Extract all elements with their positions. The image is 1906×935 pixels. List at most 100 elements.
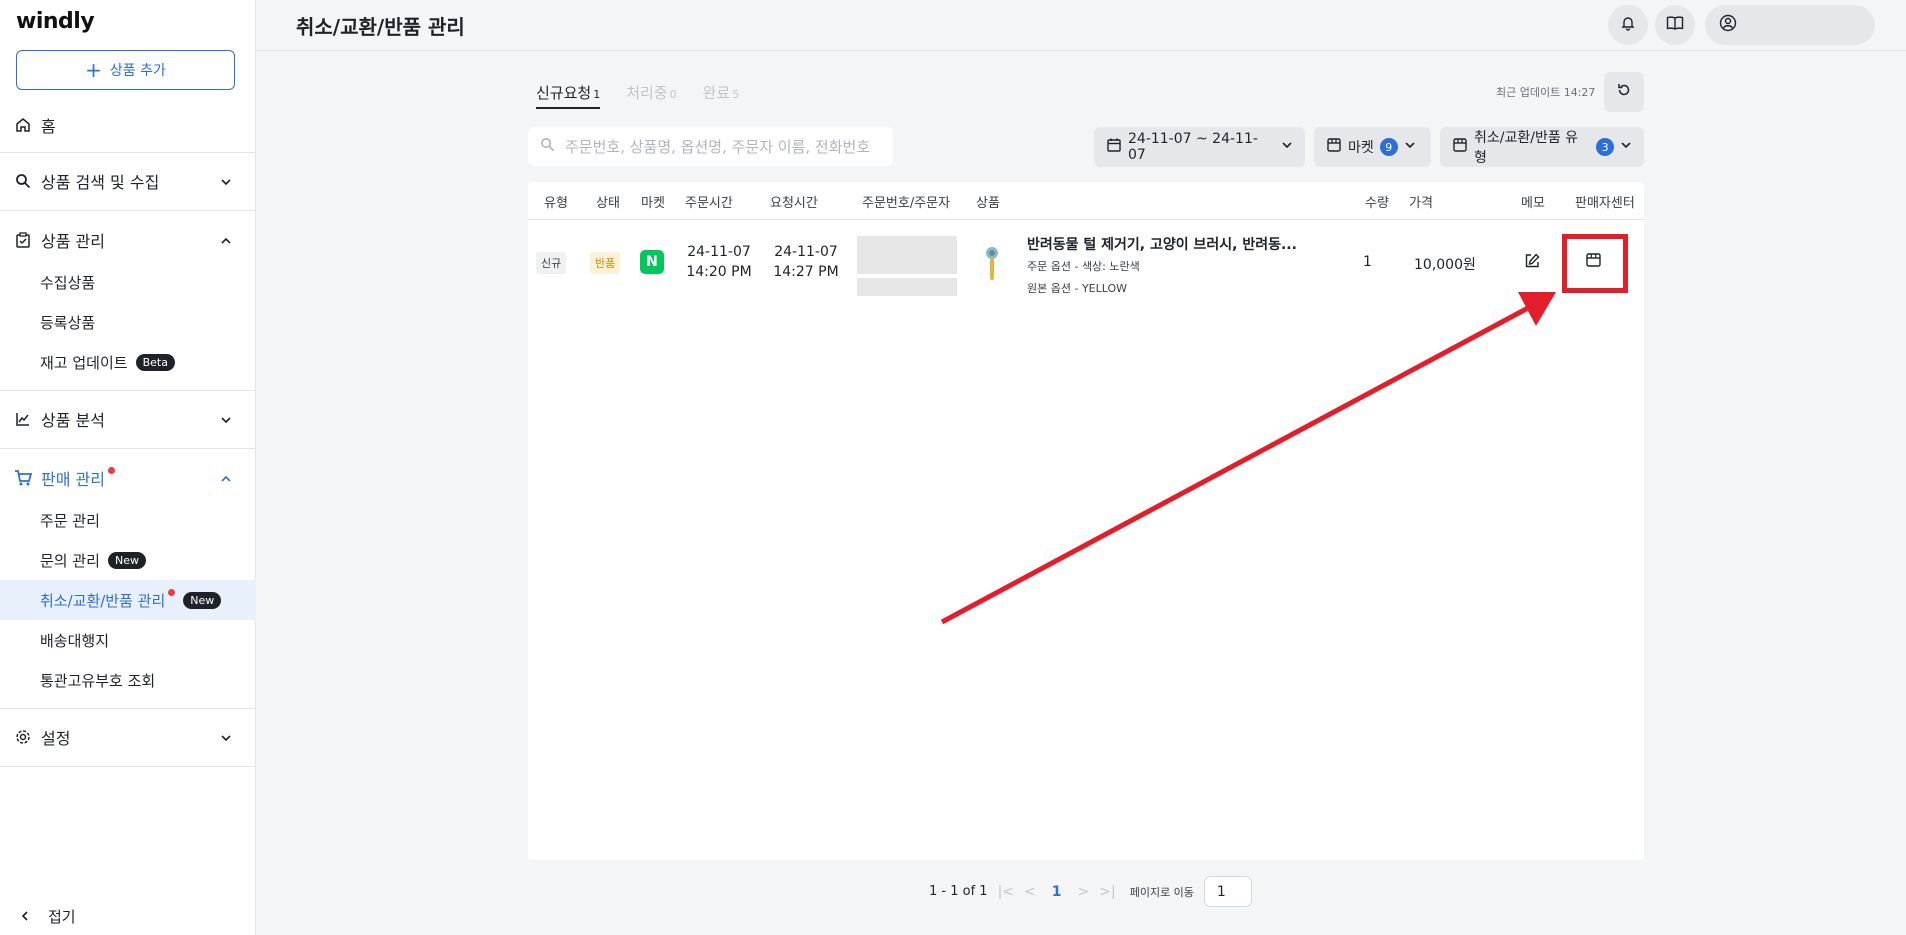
notification-dot xyxy=(107,466,115,474)
order-date: 24-11-07 xyxy=(687,244,751,260)
nav-home-label: 홈 xyxy=(41,117,56,136)
top-bar: 취소/교환/반품 관리 xyxy=(256,0,1906,51)
page-range-text: 1 - 1 of 1 xyxy=(929,884,988,899)
chart-icon xyxy=(14,410,32,428)
divider xyxy=(0,210,256,211)
table-row[interactable]: 신규 반품 N 24-11-07 14:20 PM 24-11-07 14:27… xyxy=(528,220,1644,310)
chevron-left-icon xyxy=(20,908,30,926)
collapse-sidebar-button[interactable]: 접기 xyxy=(20,906,76,927)
chevron-down-icon xyxy=(1281,139,1293,155)
nav-product-search[interactable]: 상품 검색 및 수집 xyxy=(0,161,256,201)
app-logo[interactable]: windly xyxy=(16,9,95,34)
sidebar-item-label: 통관고유부호 조회 xyxy=(40,671,156,690)
nav-settings-label: 설정 xyxy=(41,729,71,748)
request-time-cell: 24-11-07 14:27 PM xyxy=(772,242,840,282)
page-number[interactable]: 1 xyxy=(1052,884,1062,900)
product-thumbnail[interactable] xyxy=(983,244,1001,282)
order-time-cell: 24-11-07 14:20 PM xyxy=(685,242,753,282)
guide-button[interactable] xyxy=(1655,5,1695,45)
search-box xyxy=(528,127,893,166)
column-header: 주문번호/주문자 xyxy=(862,196,951,211)
claim-type-filter-label: 취소/교환/반품 유형 xyxy=(1474,130,1579,166)
market-filter[interactable]: 마켓 9 xyxy=(1314,127,1431,167)
refresh-button[interactable] xyxy=(1604,72,1644,112)
nav-home[interactable]: 홈 xyxy=(0,105,256,145)
sidebar-item-collected-products[interactable]: 수집상품 xyxy=(0,262,256,302)
add-product-button[interactable]: + 상품 추가 xyxy=(16,50,235,90)
chevron-up-icon xyxy=(220,470,232,489)
plus-icon: + xyxy=(85,58,102,82)
store-icon xyxy=(1452,137,1468,157)
nav-product-analysis[interactable]: 상품 분석 xyxy=(0,399,256,439)
new-badge: New xyxy=(107,551,146,569)
divider xyxy=(0,766,256,767)
sidebar-item-label: 배송대행지 xyxy=(40,631,110,650)
claim-type-filter[interactable]: 취소/교환/반품 유형 3 xyxy=(1440,127,1644,167)
chevron-down-icon xyxy=(1404,139,1416,155)
sidebar-item-label: 취소/교환/반품 관리 xyxy=(40,591,166,610)
first-page-icon[interactable]: |< xyxy=(998,884,1014,900)
sidebar-item-label: 주문 관리 xyxy=(40,511,100,530)
prev-page-icon[interactable]: < xyxy=(1024,884,1036,900)
sidebar-item-order-management[interactable]: 주문 관리 xyxy=(0,500,256,540)
request-time: 14:27 PM xyxy=(773,264,839,280)
product-name[interactable]: 반려동물 털 제거기, 고양이 브러시, 반려동... xyxy=(1027,234,1297,254)
edit-icon xyxy=(1524,253,1540,273)
status-badge: 반품 xyxy=(590,252,621,274)
sidebar-item-registered-products[interactable]: 등록상품 xyxy=(0,302,256,342)
store-icon xyxy=(1326,137,1342,157)
sidebar-item-forwarding-address[interactable]: 배송대행지 xyxy=(0,620,256,660)
nav-product-management-label: 상품 관리 xyxy=(41,232,105,251)
next-page-icon[interactable]: > xyxy=(1078,884,1090,900)
sidebar-item-label: 수집상품 xyxy=(40,273,96,292)
column-header: 상품 xyxy=(976,196,1000,211)
column-header: 마켓 xyxy=(641,196,665,211)
page-title: 취소/교환/반품 관리 xyxy=(296,15,465,39)
sidebar-item-customs-code-lookup[interactable]: 통관고유부호 조회 xyxy=(0,660,256,700)
last-page-icon[interactable]: >| xyxy=(1099,884,1115,900)
claims-table: 유형 상태 마켓 주문시간 요청시간 주문번호/주문자 상품 수량 가격 메모 … xyxy=(528,182,1644,860)
goto-page-label: 페이지로 이동 xyxy=(1129,885,1194,899)
bell-icon xyxy=(1620,15,1636,35)
orderer-redacted xyxy=(857,278,957,296)
tab-count: 5 xyxy=(732,88,740,101)
request-date: 24-11-07 xyxy=(774,244,838,260)
quantity-cell: 1 xyxy=(1363,254,1372,270)
sidebar-item-label: 등록상품 xyxy=(40,313,96,332)
sidebar-item-inquiry-management[interactable]: 문의 관리 New xyxy=(0,540,256,580)
new-badge: New xyxy=(183,591,222,609)
add-product-label: 상품 추가 xyxy=(109,63,166,79)
order-time: 14:20 PM xyxy=(686,264,752,280)
column-header: 상태 xyxy=(596,196,620,211)
nav-settings[interactable]: 설정 xyxy=(0,717,256,757)
nav-sales-management[interactable]: 판매 관리 xyxy=(0,458,256,498)
sidebar-item-cancel-exchange-return[interactable]: 취소/교환/반품 관리 New xyxy=(0,580,256,620)
table-header: 유형 상태 마켓 주문시간 요청시간 주문번호/주문자 상품 수량 가격 메모 … xyxy=(528,182,1644,220)
search-input[interactable] xyxy=(565,137,875,156)
chevron-down-icon xyxy=(1620,139,1632,155)
goto-page-input[interactable]: 1 xyxy=(1203,876,1252,907)
divider xyxy=(0,390,256,391)
order-option: 주문 옵션 - 색상: 노란색 xyxy=(1027,260,1140,273)
date-range-value: 24-11-07 ~ 24-11-07 xyxy=(1128,131,1258,163)
column-header: 주문시간 xyxy=(685,196,733,211)
date-range-filter[interactable]: 24-11-07 ~ 24-11-07 xyxy=(1094,127,1305,167)
tab-count: 1 xyxy=(593,88,601,101)
search-icon xyxy=(14,172,32,190)
user-menu[interactable] xyxy=(1705,5,1875,45)
highlight-annotation-box xyxy=(1562,234,1628,293)
chevron-down-icon xyxy=(220,411,232,430)
market-count-badge: 9 xyxy=(1379,138,1398,156)
tab-in-progress[interactable]: 처리중 0 xyxy=(626,82,676,109)
original-option: 원본 옵션 - YELLOW xyxy=(1027,282,1128,295)
notification-button[interactable] xyxy=(1608,5,1648,45)
column-header: 판매자센터 xyxy=(1575,196,1635,211)
tab-completed[interactable]: 완료 5 xyxy=(703,82,740,109)
nav-product-management[interactable]: 상품 관리 xyxy=(0,220,256,260)
memo-edit-button[interactable] xyxy=(1521,252,1543,274)
sidebar-item-stock-update[interactable]: 재고 업데이트 Beta xyxy=(0,342,256,382)
last-update-text: 최근 업데이트 14:27 xyxy=(1496,86,1596,99)
sidebar: windly + 상품 추가 홈 상품 검색 및 수집 상품 관리 수집상품 등… xyxy=(0,0,256,935)
tab-new-requests[interactable]: 신규요청 1 xyxy=(536,82,601,109)
divider xyxy=(0,708,256,709)
